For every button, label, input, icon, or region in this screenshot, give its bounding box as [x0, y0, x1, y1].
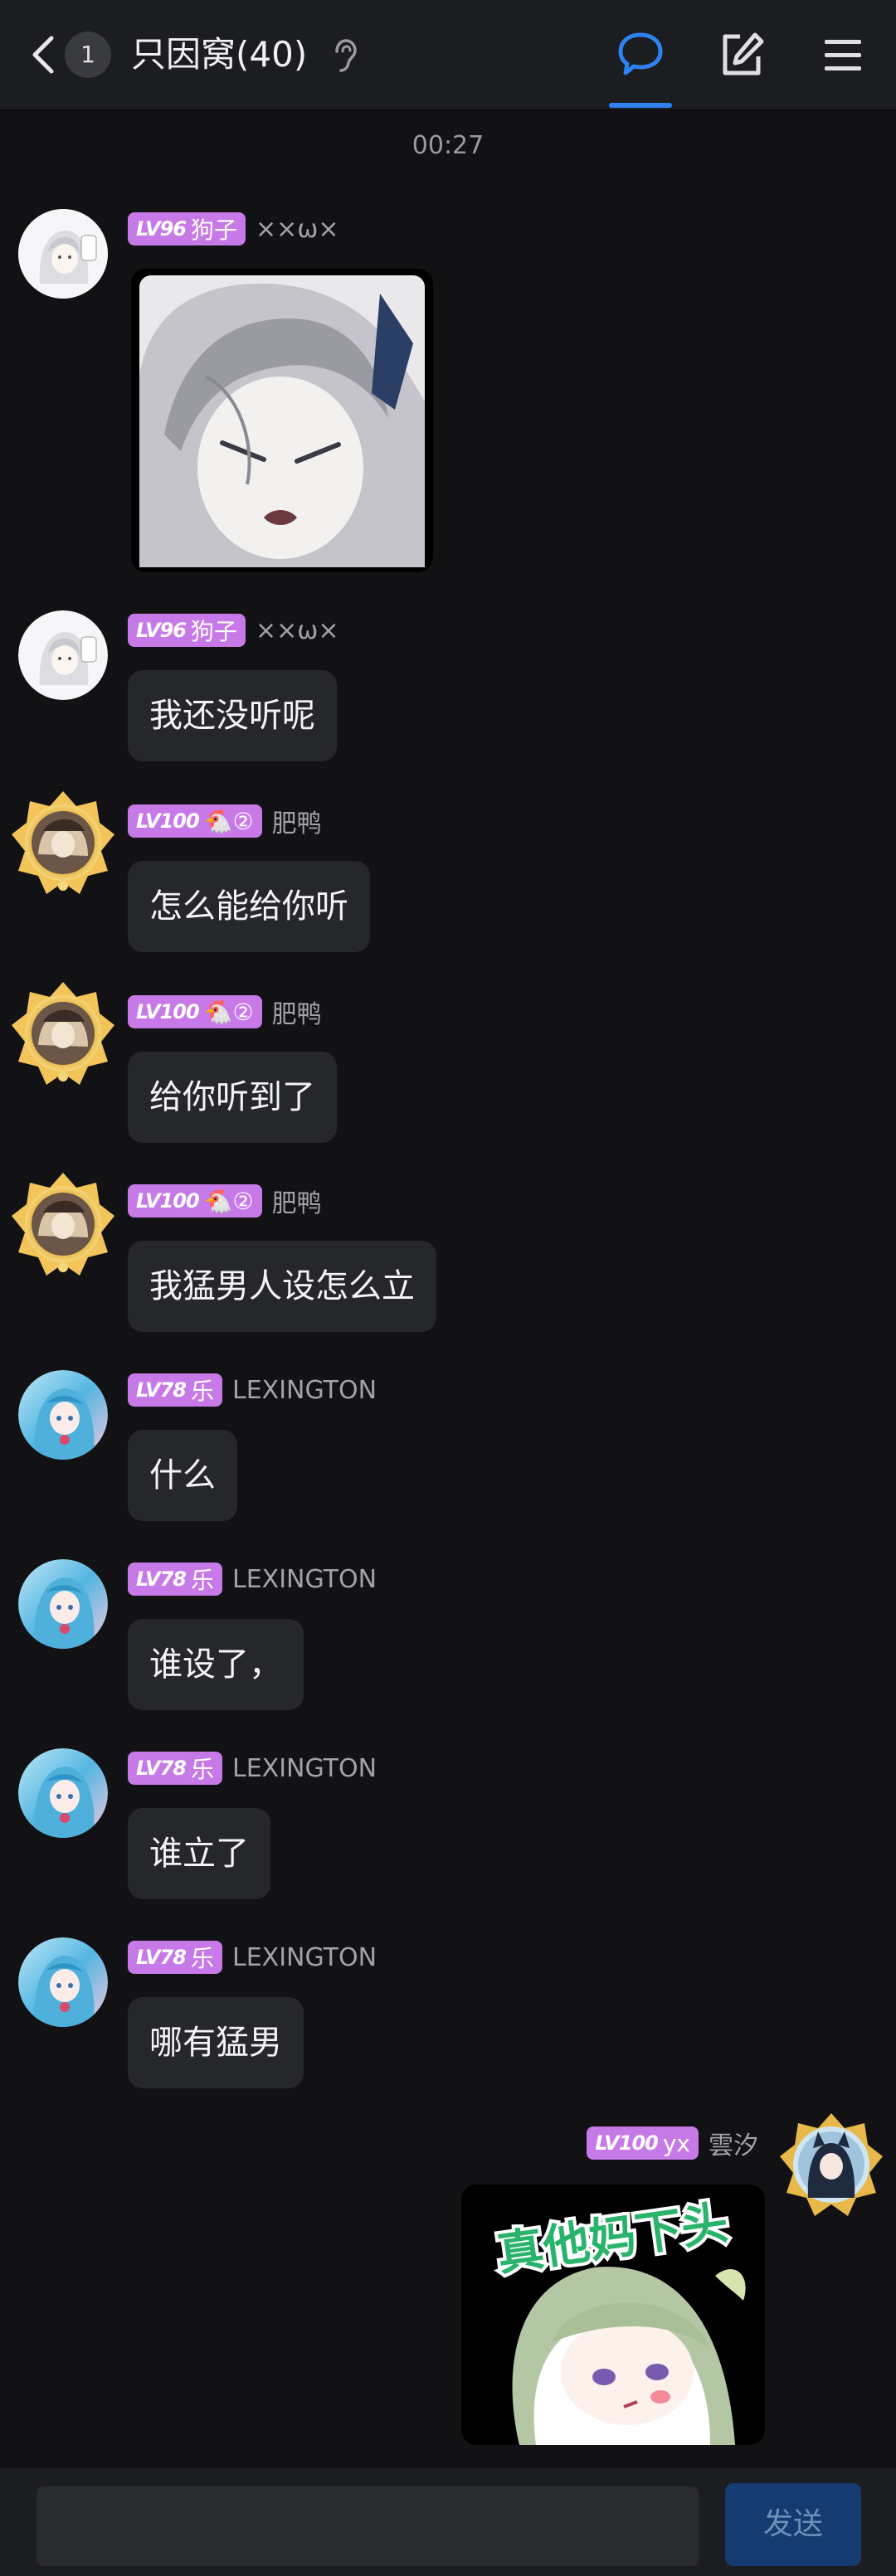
username[interactable]: 肥鸭 — [272, 1183, 322, 1219]
image-message[interactable] — [131, 269, 433, 572]
avatar[interactable] — [18, 1937, 108, 2027]
username[interactable]: ××ω× — [256, 215, 339, 244]
avatar[interactable] — [18, 209, 108, 299]
level-badge: LV78 乐 — [128, 1563, 222, 1596]
sticker-message[interactable]: 真他妈下头 — [461, 2185, 765, 2445]
avatar[interactable] — [18, 1559, 108, 1649]
composer-bar: 发送 — [0, 2468, 896, 2576]
avatar[interactable] — [10, 1171, 116, 1277]
username[interactable]: LEXINGTON — [232, 1943, 377, 1972]
menu-icon[interactable] — [816, 28, 869, 81]
level-badge: LV78 乐 — [128, 1941, 222, 1974]
message-meta: LV78 乐 LEXINGTON — [128, 1941, 377, 1974]
level-badge: LV78 乐 — [128, 1752, 222, 1785]
chevron-left-icon[interactable] — [23, 33, 66, 76]
avatar[interactable] — [18, 1748, 108, 1838]
message-bubble[interactable]: 我还没听呢 — [128, 670, 337, 761]
unread-count-badge[interactable]: 1 — [65, 32, 111, 78]
message-meta: LV100 yx 雲汐 — [587, 2126, 758, 2160]
level-badge: LV100 🐔② — [128, 1184, 262, 1218]
message-bubble[interactable]: 哪有猛男 — [128, 1997, 304, 2088]
message-bubble[interactable]: 谁立了 — [128, 1808, 270, 1899]
level-badge: LV78 乐 — [128, 1373, 222, 1407]
avatar[interactable] — [18, 610, 108, 700]
username[interactable]: 肥鸭 — [272, 803, 322, 839]
message-meta: LV78 乐 LEXINGTON — [128, 1373, 377, 1407]
avatar[interactable] — [10, 790, 116, 896]
message-timestamp: 00:27 — [411, 131, 485, 160]
message-meta: LV96 狗子 ××ω× — [128, 614, 339, 647]
message-meta: LV100 🐔② 肥鸭 — [128, 804, 322, 838]
level-badge: LV96 狗子 — [128, 212, 246, 245]
avatar[interactable] — [10, 980, 116, 1086]
send-button[interactable]: 发送 — [725, 2483, 861, 2566]
edit-icon[interactable] — [715, 28, 768, 81]
username[interactable]: ××ω× — [256, 616, 339, 645]
avatar[interactable] — [18, 1370, 108, 1460]
username[interactable]: 肥鸭 — [272, 994, 322, 1030]
message-bubble[interactable]: 我猛男人设怎么立 — [128, 1241, 436, 1332]
message-meta: LV96 狗子 ××ω× — [128, 212, 339, 245]
message-meta: LV78 乐 LEXINGTON — [128, 1752, 377, 1785]
chat-bubble-icon[interactable] — [614, 28, 667, 81]
message-bubble[interactable]: 怎么能给你听 — [128, 861, 370, 952]
level-badge: LV100 🐔② — [128, 804, 262, 838]
message-bubble[interactable]: 给你听到了 — [128, 1052, 337, 1143]
level-badge: LV96 狗子 — [128, 614, 246, 647]
avatar[interactable] — [778, 2112, 884, 2218]
username[interactable]: LEXINGTON — [232, 1565, 377, 1594]
page-title: 只因窝(40) — [131, 34, 308, 75]
username[interactable]: LEXINGTON — [232, 1754, 377, 1783]
ear-icon[interactable] — [330, 38, 358, 73]
message-meta: LV100 🐔② 肥鸭 — [128, 1184, 322, 1218]
username[interactable]: 雲汐 — [709, 2125, 758, 2161]
level-badge: LV100 yx — [587, 2126, 699, 2160]
username[interactable]: LEXINGTON — [232, 1376, 377, 1405]
message-bubble[interactable]: 什么 — [128, 1430, 237, 1521]
message-input[interactable] — [37, 2486, 699, 2566]
chat-header: 1 只因窝(40) — [0, 0, 896, 111]
message-meta: LV78 乐 LEXINGTON — [128, 1563, 377, 1596]
message-meta: LV100 🐔② 肥鸭 — [128, 994, 322, 1030]
level-badge: LV100 🐔② — [128, 995, 262, 1028]
active-tab-indicator — [609, 103, 672, 108]
message-bubble[interactable]: 谁设了， — [128, 1619, 304, 1710]
